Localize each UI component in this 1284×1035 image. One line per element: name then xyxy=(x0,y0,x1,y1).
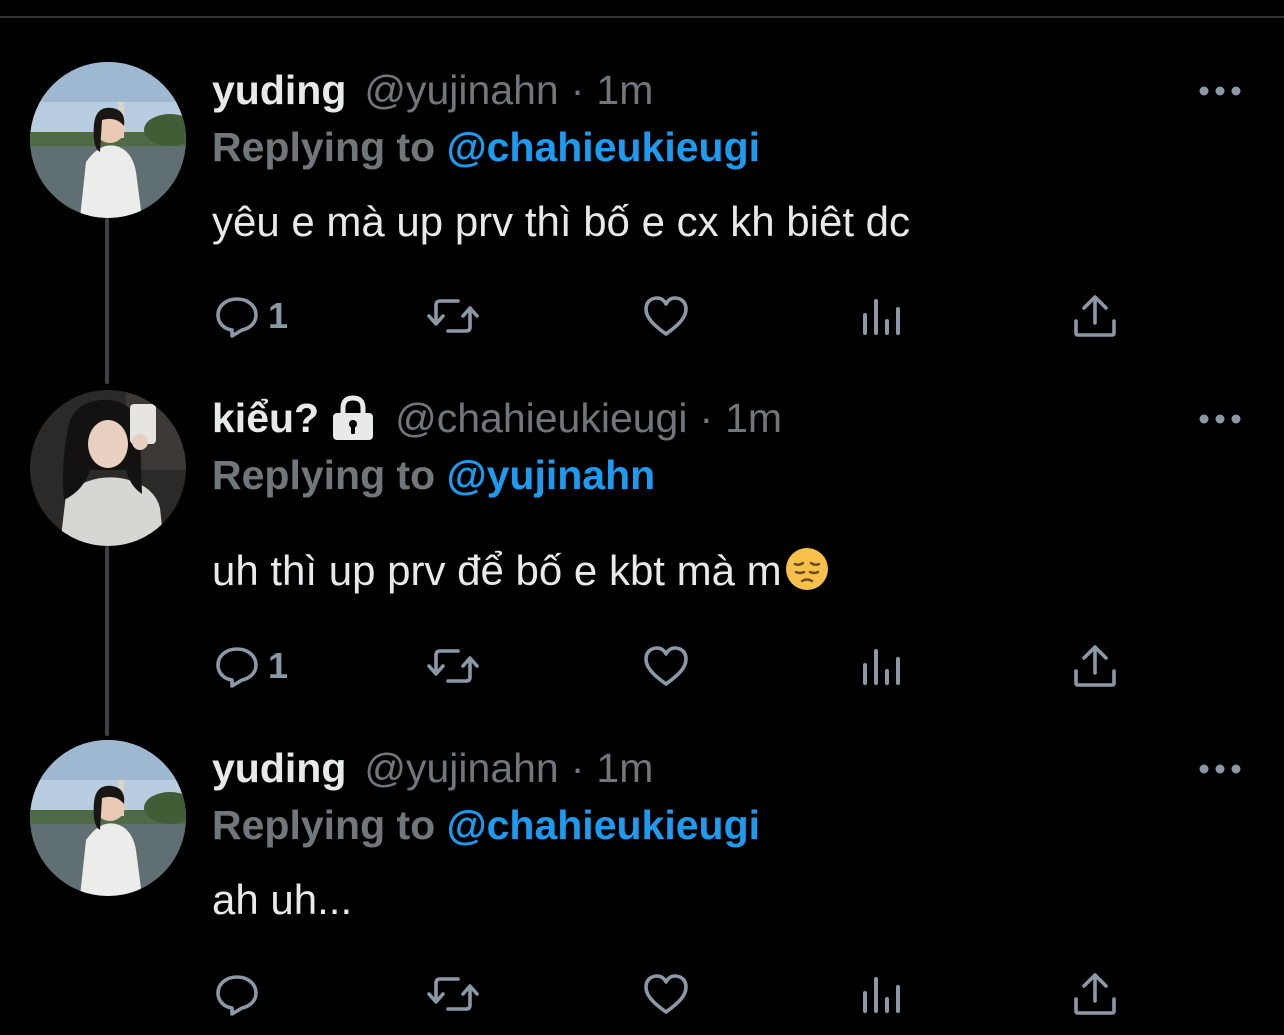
replying-to-label: Replying to xyxy=(212,452,436,498)
reply-icon xyxy=(216,975,258,1016)
action-bar: 1 xyxy=(0,288,1284,344)
tweet[interactable]: kiểu? @chahieukieugi · 1m Replying to @y… xyxy=(0,390,1284,690)
reply-icon xyxy=(216,647,258,688)
avatar-kieu-icon xyxy=(30,390,186,546)
retweet-button[interactable] xyxy=(426,288,480,344)
reply-button[interactable] xyxy=(214,966,268,1022)
user-handle[interactable]: @yujinahn xyxy=(364,67,558,114)
action-bar: 1 xyxy=(0,638,1284,694)
reply-button[interactable]: 1 xyxy=(214,288,288,344)
analytics-icon xyxy=(863,977,900,1013)
user-handle[interactable]: @chahieukieugi xyxy=(395,395,687,442)
retweet-button[interactable] xyxy=(426,966,480,1022)
reply-target-link[interactable]: @chahieukieugi xyxy=(447,124,760,170)
action-bar xyxy=(0,966,1284,1022)
retweet-icon xyxy=(427,299,479,333)
more-options-icon[interactable] xyxy=(1194,76,1246,106)
like-button[interactable] xyxy=(642,288,690,344)
tweet-header: yuding @yujinahn · 1m xyxy=(212,64,653,116)
tweet-text: yêu e mà up prv thì bố e cx kh biêt dc xyxy=(212,198,911,245)
reply-count: 1 xyxy=(268,645,289,686)
separator-dot: · xyxy=(699,394,714,441)
share-icon xyxy=(1074,973,1116,1015)
analytics-icon xyxy=(863,299,900,335)
tweet-text-content: uh thì up prv để bố e kbt mà m xyxy=(212,547,782,594)
reply-target-link[interactable]: @chahieukieugi xyxy=(447,802,760,848)
tweet-header: yuding @yujinahn · 1m xyxy=(212,742,653,794)
like-icon xyxy=(644,646,688,686)
display-name[interactable]: kiểu? xyxy=(212,395,319,442)
retweet-button[interactable] xyxy=(426,638,480,694)
avatar[interactable] xyxy=(30,740,186,896)
more-options-icon[interactable] xyxy=(1194,404,1246,434)
share-button[interactable] xyxy=(1072,288,1118,344)
reply-target-link[interactable]: @yujinahn xyxy=(447,452,656,498)
tweet-header: kiểu? @chahieukieugi · 1m xyxy=(212,392,782,444)
replying-to-label: Replying to xyxy=(212,124,436,170)
like-icon xyxy=(644,974,688,1014)
like-icon xyxy=(644,296,688,336)
replying-to: Replying to @chahieukieugi xyxy=(212,124,760,171)
avatar[interactable] xyxy=(30,62,186,218)
analytics-button[interactable] xyxy=(860,638,904,694)
user-handle[interactable]: @yujinahn xyxy=(364,745,558,792)
analytics-button[interactable] xyxy=(860,288,904,344)
tweet[interactable]: yuding @yujinahn · 1m Replying to @chahi… xyxy=(0,740,1284,1030)
share-button[interactable] xyxy=(1072,638,1118,694)
reply-button[interactable]: 1 xyxy=(214,638,288,694)
timestamp[interactable]: 1m xyxy=(596,67,653,114)
timestamp[interactable]: 1m xyxy=(725,395,782,442)
display-name[interactable]: yuding xyxy=(212,67,346,114)
avatar-yuding-icon xyxy=(30,740,186,896)
avatar-yuding-icon xyxy=(30,62,186,218)
share-icon xyxy=(1074,645,1116,687)
share-icon xyxy=(1074,295,1116,337)
retweet-icon xyxy=(427,977,479,1011)
retweet-icon xyxy=(427,649,479,683)
like-button[interactable] xyxy=(642,638,690,694)
replying-to: Replying to @chahieukieugi xyxy=(212,802,760,849)
analytics-button[interactable] xyxy=(860,966,904,1022)
share-button[interactable] xyxy=(1072,966,1118,1022)
replying-to: Replying to @yujinahn xyxy=(212,452,655,499)
separator-dot: · xyxy=(570,66,585,113)
top-divider xyxy=(0,16,1284,18)
protected-lock-icon xyxy=(333,395,374,440)
tweet-text: ah uh... xyxy=(212,876,353,923)
timestamp[interactable]: 1m xyxy=(596,745,653,792)
tweet[interactable]: yuding @yujinahn · 1m Replying to @chahi… xyxy=(0,62,1284,362)
replying-to-label: Replying to xyxy=(212,802,436,848)
reply-count: 1 xyxy=(268,295,289,336)
display-name[interactable]: yuding xyxy=(212,745,346,792)
analytics-icon xyxy=(863,649,900,685)
reply-icon xyxy=(216,297,258,338)
avatar[interactable] xyxy=(30,390,186,546)
tweet-text: uh thì up prv để bố e kbt mà m xyxy=(212,546,830,595)
like-button[interactable] xyxy=(642,966,690,1022)
pensive-face-emoji xyxy=(785,548,828,590)
separator-dot: · xyxy=(570,744,585,791)
more-options-icon[interactable] xyxy=(1194,754,1246,784)
